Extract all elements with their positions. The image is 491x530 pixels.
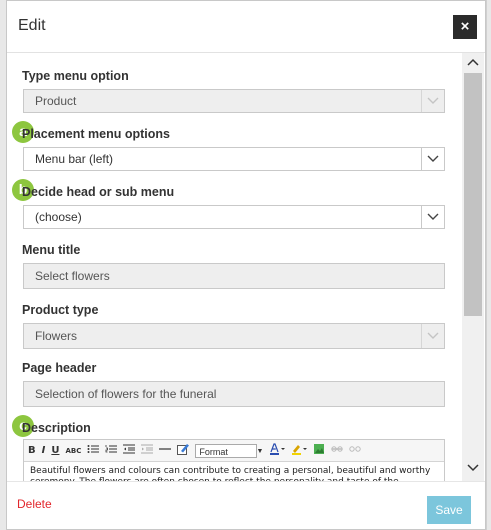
chevron-down-icon: [421, 324, 444, 348]
bulleted-list-icon[interactable]: [87, 444, 100, 457]
underline-button[interactable]: U: [51, 445, 59, 456]
type-menu-option-value: Product: [35, 94, 77, 108]
editor-toolbar: B I U ABC Format ▼: [24, 440, 444, 461]
numbered-list-icon[interactable]: [105, 444, 118, 457]
scroll-up-arrow-icon[interactable]: [462, 53, 484, 71]
italic-button[interactable]: I: [42, 445, 46, 456]
page-background-right: [486, 0, 491, 530]
unlink-icon: [349, 444, 362, 457]
chevron-down-icon: [421, 90, 444, 112]
dialog-footer: Delete Save: [7, 481, 485, 530]
close-icon: ×: [460, 18, 470, 35]
description-text[interactable]: Beautiful flowers and colours can contri…: [24, 461, 444, 481]
horizontal-rule-icon[interactable]: [159, 444, 172, 457]
indent-icon: [141, 444, 154, 457]
placement-menu-options-select[interactable]: Menu bar (left): [23, 147, 445, 171]
edit-dialog: Edit × Type menu option Product a Placem…: [6, 0, 486, 530]
type-menu-option-select: Product: [23, 89, 445, 113]
chevron-down-icon: ▼: [256, 447, 264, 455]
page-header-value: Selection of flowers for the funeral: [35, 387, 217, 401]
product-type-label: Product type: [22, 303, 99, 317]
scrollbar-thumb[interactable]: [464, 73, 482, 316]
chevron-down-icon: [421, 206, 444, 228]
link-icon: [331, 444, 344, 457]
edit-source-icon[interactable]: [177, 443, 190, 458]
highlight-color-icon[interactable]: [291, 443, 308, 458]
dialog-header: Edit ×: [7, 1, 485, 53]
placement-menu-options-value: Menu bar (left): [35, 152, 114, 166]
outdent-icon[interactable]: [123, 444, 136, 457]
page-header-label: Page header: [22, 361, 97, 375]
dialog-title: Edit: [18, 17, 46, 34]
head-or-sub-menu-select[interactable]: (choose): [23, 205, 445, 229]
bold-button[interactable]: B: [28, 445, 36, 456]
description-editor[interactable]: B I U ABC Format ▼ Beautiful flowers and…: [23, 439, 445, 481]
scroll-down-arrow-icon[interactable]: [462, 459, 484, 477]
image-icon[interactable]: [313, 443, 325, 458]
format-select[interactable]: Format ▼: [195, 443, 263, 458]
menu-title-input: Select flowers: [23, 263, 445, 289]
text-color-icon[interactable]: [269, 443, 286, 458]
format-select-value: Format: [199, 446, 228, 457]
dialog-scrollbar[interactable]: [462, 53, 484, 481]
type-menu-option-label: Type menu option: [22, 69, 129, 83]
description-label: Description: [22, 421, 91, 435]
page-header-input: Selection of flowers for the funeral: [23, 381, 445, 407]
product-type-select: Flowers: [23, 323, 445, 349]
placement-menu-options-label: Placement menu options: [22, 127, 170, 141]
head-or-sub-menu-label: Decide head or sub menu: [22, 185, 175, 199]
close-button[interactable]: ×: [453, 15, 477, 39]
menu-title-label: Menu title: [22, 243, 81, 257]
dialog-body: Type menu option Product a Placement men…: [7, 53, 485, 481]
menu-title-value: Select flowers: [35, 269, 110, 283]
save-button[interactable]: Save: [427, 496, 471, 524]
product-type-value: Flowers: [35, 329, 78, 343]
delete-link[interactable]: Delete: [17, 497, 52, 511]
chevron-down-icon: [421, 148, 444, 170]
head-or-sub-menu-value: (choose): [35, 210, 82, 224]
strikethrough-button[interactable]: ABC: [65, 447, 81, 455]
